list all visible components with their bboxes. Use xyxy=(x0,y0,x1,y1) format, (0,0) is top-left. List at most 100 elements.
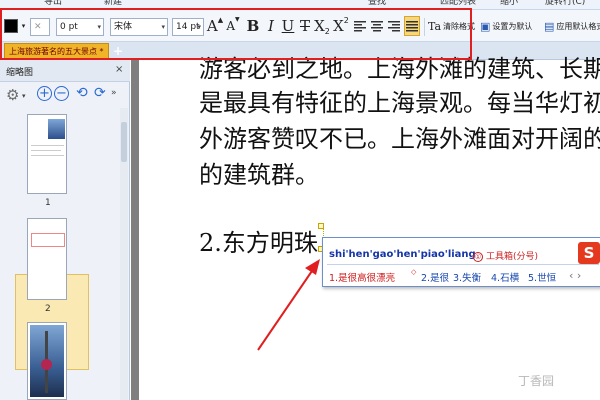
subscript-mark: 2 xyxy=(324,27,330,36)
panel-title: 缩略图 xyxy=(6,68,34,78)
close-icon[interactable]: × xyxy=(115,64,123,75)
chevron-down-icon: ▾ xyxy=(197,23,201,31)
bold-button[interactable]: B xyxy=(246,16,260,36)
grow-font-icon: A xyxy=(206,17,218,35)
set-default-button[interactable]: ▣ 设置为默认 xyxy=(480,16,542,36)
ime-pinyin-input: shi'hen'gao'hen'piao'liang xyxy=(329,249,476,260)
heading-item[interactable]: 2.东方明珠 xyxy=(199,228,318,258)
toolbar-divider xyxy=(424,18,425,36)
tower-sphere xyxy=(41,359,52,370)
stroke-color-dropdown[interactable]: ✕ xyxy=(30,18,50,36)
superscript-mark: 2 xyxy=(343,16,349,25)
ime-candidate-4[interactable]: 4.石横 xyxy=(491,270,519,284)
thumbnail-line xyxy=(31,145,64,146)
document-page[interactable]: 游客必到之地。上海外滩的建筑、长期 是最具有特征的上海景观。每当华灯初 外游客赞… xyxy=(139,55,600,400)
page-number-1: 1 xyxy=(45,198,51,208)
find-menu[interactable]: 查找 xyxy=(368,0,386,8)
italic-button[interactable]: I xyxy=(264,16,278,36)
line-width-dropdown[interactable]: 0 pt ▾ xyxy=(56,18,104,36)
clear-format-label: 清除格式 xyxy=(443,21,476,31)
page-nav-icon[interactable]: ‹ › xyxy=(569,269,581,282)
thumbnail-line xyxy=(31,150,61,151)
chevron-down-icon[interactable]: ▾ xyxy=(22,92,26,100)
rotate-left-icon[interactable]: ⟲ xyxy=(76,85,88,101)
panel-toolbar: ⚙ ▾ + − ⟲ ⟳ » xyxy=(0,82,130,108)
scrollbar-thumb[interactable] xyxy=(121,122,127,162)
menu-strip: 导出 新建 查找 匹配列表 缩小 旋转行(C) xyxy=(0,0,600,10)
gear-icon[interactable]: ⚙ xyxy=(6,86,19,104)
clear-format-button[interactable]: Ta 清除格式 xyxy=(428,16,476,36)
more-chevron-icon[interactable]: » xyxy=(111,88,117,98)
ime-candidate-2[interactable]: 2.是很 xyxy=(421,270,449,284)
new-menu[interactable]: 新建 xyxy=(104,0,122,8)
align-right-button[interactable] xyxy=(387,16,401,36)
ime-candidate-1[interactable]: 1.是很高很漂亮 xyxy=(329,270,395,284)
ime-divider xyxy=(327,264,599,265)
subscript-icon: X xyxy=(314,17,325,35)
superscript-button[interactable]: X2 xyxy=(333,16,349,36)
zoom-out-icon[interactable]: − xyxy=(54,86,69,101)
chevron-down-icon: ▾ xyxy=(97,23,101,31)
zoom-in-icon[interactable]: + xyxy=(37,86,52,101)
align-left-button[interactable] xyxy=(353,16,367,36)
justify-icon xyxy=(406,20,418,31)
chevron-down-icon[interactable]: ▾ xyxy=(20,16,27,36)
line-width-value: 0 pt xyxy=(60,22,78,32)
export-menu[interactable]: 导出 xyxy=(44,0,62,8)
align-center-icon xyxy=(371,20,383,31)
color-swatch xyxy=(4,19,18,33)
ime-toolbox-tip[interactable]: ① 工具箱(分号) xyxy=(473,249,538,262)
grow-font-button[interactable]: A ▲ xyxy=(206,16,223,36)
paragraph-line[interactable]: 外游客赞叹不已。上海外滩面对开阔的 xyxy=(199,124,600,154)
chevron-down-icon: ▾ xyxy=(161,23,165,31)
ime-candidate-window[interactable]: shi'hen'gao'hen'piao'liang ① 工具箱(分号) S 1.… xyxy=(322,237,600,287)
ime-candidate-3[interactable]: 3.失衡 xyxy=(453,270,481,284)
apply-default-button[interactable]: ▤ 应用默认格式 xyxy=(544,16,600,36)
ime-tip-label: 工具箱(分号) xyxy=(486,252,539,262)
align-right-icon xyxy=(388,20,400,31)
paragraph-line[interactable]: 游客必到之地。上海外滩的建筑、长期 xyxy=(199,54,600,84)
align-center-button[interactable] xyxy=(370,16,384,36)
strikethrough-button[interactable]: T xyxy=(298,16,312,36)
page-number-2: 2 xyxy=(45,304,51,314)
underline-button[interactable]: U xyxy=(281,16,295,36)
font-family-dropdown[interactable]: 宋体 ▾ xyxy=(110,18,168,36)
font-size-value: 14 pt xyxy=(176,22,200,32)
apply-default-icon: ▤ xyxy=(544,19,555,33)
set-default-label: 设置为默认 xyxy=(492,21,533,31)
match-list-menu[interactable]: 匹配列表 xyxy=(440,0,476,8)
tab-document[interactable]: 上海旅游著名的五大景点 * xyxy=(4,43,109,60)
new-tab-button[interactable]: + xyxy=(112,45,124,57)
font-size-dropdown[interactable]: 14 pt ▾ xyxy=(172,18,204,36)
justify-button[interactable] xyxy=(404,16,420,36)
paragraph-line[interactable]: 是最具有特征的上海景观。每当华灯初 xyxy=(199,88,600,118)
rotate-menu[interactable]: 旋转行(C) xyxy=(545,0,585,8)
paragraph-line[interactable]: 的建筑群。 xyxy=(199,160,319,190)
font-family-value: 宋体 xyxy=(114,22,133,32)
thumbnail-text-block xyxy=(31,233,65,247)
thumbnail-page-2[interactable] xyxy=(27,218,67,300)
apply-default-label: 应用默认格式 xyxy=(556,21,600,31)
no-color-icon: ✕ xyxy=(34,22,42,32)
thumbnail-panel: 缩略图 × ⚙ ▾ + − ⟲ ⟳ » 1 2 xyxy=(0,60,130,400)
thumbnail-line xyxy=(31,155,64,156)
info-icon: ① xyxy=(473,252,483,262)
shrink-font-icon: A xyxy=(226,19,236,33)
zoom-out-menu[interactable]: 缩小 xyxy=(500,0,518,8)
watermark: 丁香园 xyxy=(518,374,555,388)
document-viewport[interactable]: 游客必到之地。上海外滩的建筑、长期 是最具有特征的上海景观。每当华灯初 外游客赞… xyxy=(131,55,600,400)
thumbnail-page-1[interactable] xyxy=(27,114,67,194)
shrink-font-button[interactable]: A ▼ xyxy=(226,16,240,36)
align-left-icon xyxy=(354,20,366,31)
thumbnail-page-3[interactable] xyxy=(27,322,67,400)
rotate-right-icon[interactable]: ⟳ xyxy=(94,85,106,101)
panel-header: 缩略图 × xyxy=(0,60,130,82)
app-window: 导出 新建 查找 匹配列表 缩小 旋转行(C) ▾ ✕ 0 pt ▾ 宋体 ▾ … xyxy=(0,0,600,400)
subscript-button[interactable]: X2 xyxy=(314,16,330,36)
clear-format-icon: Ta xyxy=(428,19,442,33)
sogou-logo-icon: S xyxy=(578,242,600,264)
set-default-icon: ▣ xyxy=(480,19,491,33)
text-color-button[interactable] xyxy=(3,16,19,36)
star-icon: ◇ xyxy=(411,268,417,276)
ime-candidate-5[interactable]: 5.世恒 xyxy=(528,270,556,284)
